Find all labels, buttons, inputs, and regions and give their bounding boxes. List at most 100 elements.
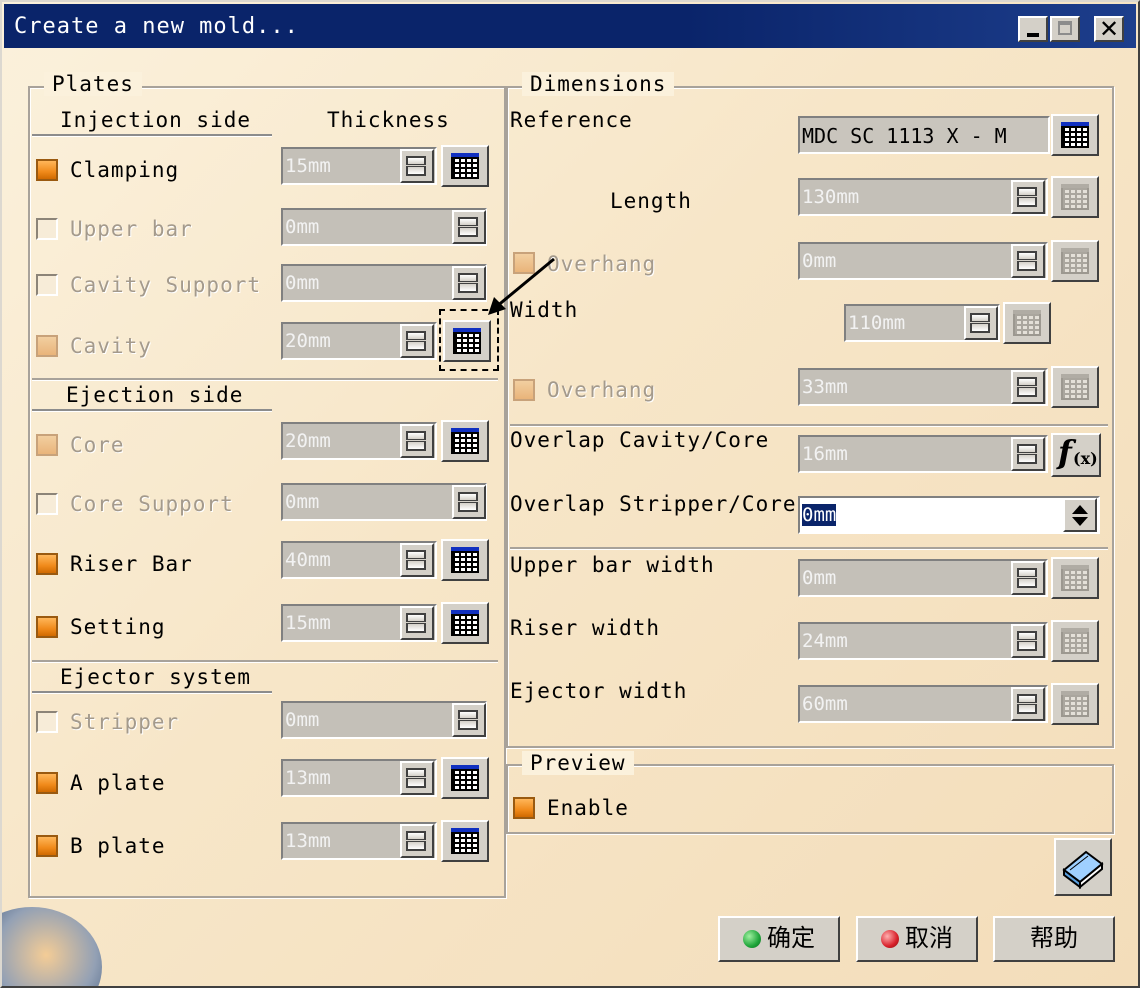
catalog-button[interactable]	[1054, 838, 1112, 896]
upper-bar-label: Upper bar	[70, 217, 193, 241]
ejection-side-underline	[32, 409, 272, 412]
overhang-width-label: Overhang	[547, 378, 657, 402]
width-spinner[interactable]	[964, 306, 998, 340]
length-label: Length	[610, 189, 692, 213]
upper-bar-spinner[interactable]	[452, 210, 486, 244]
minimize-icon	[1027, 33, 1039, 37]
ejector-width-table-button[interactable]	[1051, 683, 1099, 725]
preview-enable-checkbox[interactable]	[513, 797, 535, 819]
injection-side-title: Injection side	[60, 108, 252, 132]
calendar-grid-icon	[1061, 250, 1089, 274]
riser-width-label: Riser width	[510, 616, 661, 640]
cavity-label: Cavity	[70, 334, 152, 358]
b-plate-label: B plate	[70, 834, 166, 858]
help-label: 帮助	[1030, 924, 1078, 952]
calendar-grid-icon	[451, 549, 479, 573]
b-plate-table-button[interactable]	[441, 820, 489, 862]
reference-field[interactable]: MDC SC 1113 X - M	[798, 116, 1050, 154]
ok-button[interactable]: 确定	[718, 916, 840, 962]
separator	[32, 660, 498, 663]
calendar-grid-icon	[1061, 567, 1089, 591]
riser-width-spinner[interactable]	[1011, 624, 1045, 658]
decorative-globe	[2, 907, 102, 986]
riser-bar-spinner[interactable]	[400, 543, 434, 577]
riser-bar-checkbox[interactable]	[36, 553, 58, 575]
calendar-grid-icon	[451, 155, 479, 179]
setting-checkbox[interactable]	[36, 616, 58, 638]
calendar-grid-icon	[1061, 376, 1089, 400]
separator	[510, 424, 1108, 427]
core-table-button[interactable]	[441, 420, 489, 462]
upper-bar-checkbox[interactable]	[36, 218, 58, 240]
formula-button[interactable]: f (x)	[1051, 433, 1101, 477]
overhang-width-checkbox[interactable]	[513, 379, 535, 401]
calendar-grid-icon	[451, 612, 479, 636]
clamping-table-button[interactable]	[441, 145, 489, 187]
maximize-button[interactable]	[1050, 16, 1080, 42]
cancel-icon	[881, 930, 899, 948]
cancel-button[interactable]: 取消	[856, 916, 978, 962]
preview-enable-label: Enable	[547, 796, 629, 820]
riser-width-table-button[interactable]	[1051, 620, 1099, 662]
core-checkbox[interactable]	[36, 434, 58, 456]
ejection-side-title: Ejection side	[66, 383, 244, 407]
b-plate-checkbox[interactable]	[36, 835, 58, 857]
close-button[interactable]: ✕	[1094, 15, 1124, 43]
reference-table-button[interactable]	[1051, 114, 1099, 156]
length-table-button[interactable]	[1051, 176, 1099, 218]
formula-icon: f	[1058, 433, 1072, 471]
ejector-system-title: Ejector system	[60, 665, 252, 689]
overhang-length-table-button[interactable]	[1051, 240, 1099, 282]
core-label: Core	[70, 433, 125, 457]
ok-label: 确定	[767, 924, 815, 952]
reference-label: Reference	[510, 108, 633, 132]
cavity-support-checkbox[interactable]	[36, 274, 58, 296]
upper-bar-width-table-button[interactable]	[1051, 557, 1099, 599]
calendar-grid-icon	[451, 430, 479, 454]
a-plate-spinner[interactable]	[400, 761, 434, 795]
ejector-width-label: Ejector width	[510, 679, 688, 703]
separator	[32, 378, 498, 381]
setting-spinner[interactable]	[400, 606, 434, 640]
width-table-button[interactable]	[1003, 302, 1051, 344]
overlap-stripper-spinner[interactable]	[1063, 498, 1097, 532]
a-plate-label: A plate	[70, 771, 166, 795]
cavity-support-spinner[interactable]	[452, 266, 486, 300]
arrow-pointer-icon	[488, 257, 555, 315]
stripper-checkbox[interactable]	[36, 711, 58, 733]
help-button[interactable]: 帮助	[993, 916, 1115, 962]
close-icon: ✕	[1099, 15, 1120, 43]
overhang-width-spinner[interactable]	[1011, 370, 1045, 404]
calendar-grid-icon	[1061, 186, 1089, 210]
core-spinner[interactable]	[400, 424, 434, 458]
ok-icon	[743, 930, 761, 948]
cavity-checkbox[interactable]	[36, 335, 58, 357]
clamping-spinner[interactable]	[400, 149, 434, 183]
calendar-grid-icon	[451, 830, 479, 854]
injection-side-underline	[32, 134, 272, 137]
overhang-width-table-button[interactable]	[1051, 366, 1099, 408]
overhang-length-spinner[interactable]	[1011, 244, 1045, 278]
overlap-stripper-field[interactable]: 0mm	[798, 496, 1100, 534]
b-plate-spinner[interactable]	[400, 824, 434, 858]
clamping-checkbox[interactable]	[36, 159, 58, 181]
calendar-grid-icon	[1061, 124, 1089, 148]
minimize-button[interactable]	[1018, 16, 1048, 42]
dialog-window: Create a new mold... ✕ Plates Injection …	[0, 0, 1140, 988]
riser-bar-label: Riser Bar	[70, 552, 193, 576]
stripper-spinner[interactable]	[452, 703, 486, 737]
thickness-header: Thickness	[327, 108, 450, 132]
setting-table-button[interactable]	[441, 602, 489, 644]
core-support-spinner[interactable]	[452, 485, 486, 519]
setting-label: Setting	[70, 615, 166, 639]
a-plate-table-button[interactable]	[441, 757, 489, 799]
upper-bar-width-spinner[interactable]	[1011, 561, 1045, 595]
cavity-spinner[interactable]	[400, 324, 434, 358]
overlap-cavity-spinner[interactable]	[1011, 437, 1045, 471]
length-spinner[interactable]	[1011, 180, 1045, 214]
a-plate-checkbox[interactable]	[36, 772, 58, 794]
core-support-checkbox[interactable]	[36, 493, 58, 515]
riser-bar-table-button[interactable]	[441, 539, 489, 581]
ejector-width-spinner[interactable]	[1011, 687, 1045, 721]
calendar-grid-icon	[1013, 312, 1041, 336]
